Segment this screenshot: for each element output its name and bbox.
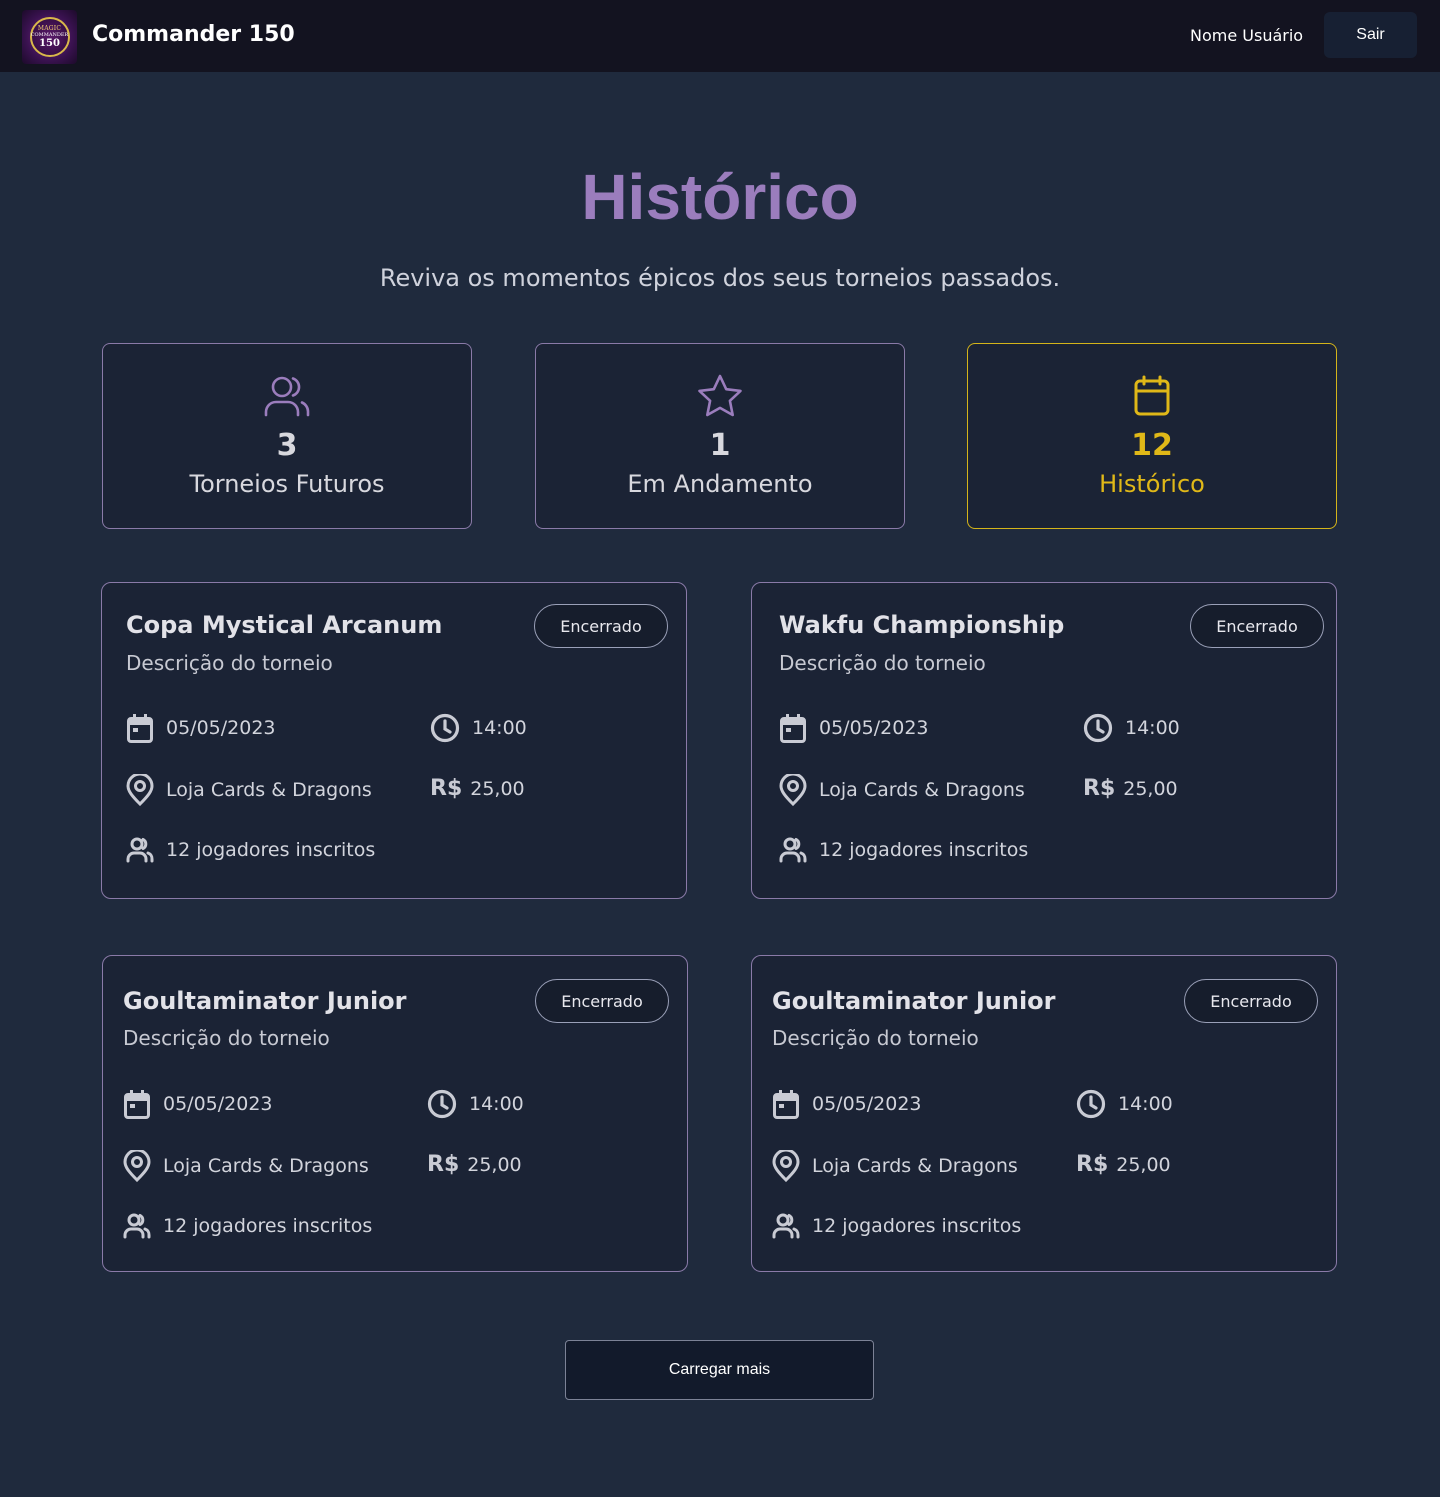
time-row: 14:00 — [1076, 1089, 1173, 1119]
location-row: Loja Cards & Dragons — [123, 1150, 369, 1182]
page-title: Histórico — [581, 161, 859, 233]
tournament-date: 05/05/2023 — [819, 717, 929, 739]
players-row: 12 jogadores inscritos — [123, 1213, 372, 1239]
tournament-price: 25,00 — [467, 1153, 522, 1176]
tournament-players: 12 jogadores inscritos — [812, 1215, 1022, 1237]
calendar-icon — [968, 374, 1336, 418]
calendar-icon — [124, 1090, 150, 1119]
time-row: 14:00 — [1083, 713, 1180, 743]
location-pin-icon — [126, 774, 154, 806]
calendar-icon — [780, 714, 806, 743]
tournament-time: 14:00 — [469, 1093, 524, 1115]
tournament-location: Loja Cards & Dragons — [166, 779, 372, 801]
tournament-card[interactable]: Goultaminator Junior Descrição do tornei… — [102, 955, 688, 1272]
tournament-title: Copa Mystical Arcanum — [126, 611, 443, 639]
location-pin-icon — [123, 1150, 151, 1182]
currency-symbol: R$ — [1083, 776, 1116, 801]
users-icon — [123, 1213, 151, 1239]
tournament-players: 12 jogadores inscritos — [819, 839, 1029, 861]
logout-button[interactable]: Sair — [1324, 12, 1417, 58]
app-logo[interactable]: MAGIC COMMANDER 150 — [22, 10, 77, 64]
price-row: R$ 25,00 — [427, 1152, 522, 1177]
users-icon — [772, 1213, 800, 1239]
tournament-date: 05/05/2023 — [163, 1093, 273, 1115]
stat-value: 1 — [709, 428, 731, 463]
stat-label: Torneios Futuros — [189, 470, 385, 498]
tournament-time: 14:00 — [1118, 1093, 1173, 1115]
load-more-button[interactable]: Carregar mais — [565, 1340, 874, 1400]
stat-label: Em Andamento — [627, 470, 813, 498]
tournament-price: 25,00 — [470, 777, 525, 800]
stat-card-history[interactable]: 12 Histórico — [967, 343, 1337, 529]
calendar-icon — [773, 1090, 799, 1119]
top-navbar: MAGIC COMMANDER 150 Commander 150 Nome U… — [0, 0, 1440, 72]
users-icon — [126, 837, 154, 863]
tournament-description: Descrição do torneio — [126, 651, 333, 675]
location-row: Loja Cards & Dragons — [779, 774, 1025, 806]
location-row: Loja Cards & Dragons — [772, 1150, 1018, 1182]
tournament-time: 14:00 — [1125, 717, 1180, 739]
status-badge: Encerrado — [1184, 979, 1318, 1023]
date-row: 05/05/2023 — [772, 1089, 922, 1119]
tournament-card[interactable]: Copa Mystical Arcanum Descrição do torne… — [101, 582, 687, 899]
clock-icon — [427, 1089, 457, 1119]
tournament-location: Loja Cards & Dragons — [812, 1155, 1018, 1177]
clock-icon — [1083, 713, 1113, 743]
location-pin-icon — [772, 1150, 800, 1182]
price-row: R$ 25,00 — [1083, 776, 1178, 801]
status-badge: Encerrado — [1190, 604, 1324, 648]
users-icon — [779, 837, 807, 863]
logo-text-magic: MAGIC — [37, 25, 62, 32]
price-row: R$ 25,00 — [1076, 1152, 1171, 1177]
clock-icon — [1076, 1089, 1106, 1119]
tournament-players: 12 jogadores inscritos — [163, 1215, 373, 1237]
stat-card-upcoming[interactable]: 3 Torneios Futuros — [102, 343, 472, 529]
date-row: 05/05/2023 — [126, 713, 276, 743]
status-badge: Encerrado — [534, 604, 668, 648]
players-row: 12 jogadores inscritos — [779, 837, 1028, 863]
date-row: 05/05/2023 — [123, 1089, 273, 1119]
stat-value: 3 — [276, 428, 298, 463]
tournament-title: Goultaminator Junior — [772, 987, 1056, 1015]
currency-symbol: R$ — [430, 776, 463, 801]
tournament-price: 25,00 — [1123, 777, 1178, 800]
tournament-time: 14:00 — [472, 717, 527, 739]
location-row: Loja Cards & Dragons — [126, 774, 372, 806]
tournament-players: 12 jogadores inscritos — [166, 839, 376, 861]
stat-card-in-progress[interactable]: 1 Em Andamento — [535, 343, 905, 529]
page-subtitle: Reviva os momentos épicos dos seus torne… — [379, 264, 1061, 292]
players-row: 12 jogadores inscritos — [772, 1213, 1021, 1239]
stat-label: Histórico — [1099, 470, 1205, 498]
clock-icon — [430, 713, 460, 743]
tournament-date: 05/05/2023 — [812, 1093, 922, 1115]
logo-text-150: 150 — [39, 38, 60, 49]
players-row: 12 jogadores inscritos — [126, 837, 375, 863]
tournament-card[interactable]: Wakfu Championship Descrição do torneio … — [751, 582, 1337, 899]
currency-symbol: R$ — [427, 1152, 460, 1177]
tournament-location: Loja Cards & Dragons — [819, 779, 1025, 801]
tournament-description: Descrição do torneio — [772, 1026, 979, 1050]
users-icon — [103, 374, 471, 418]
price-row: R$ 25,00 — [430, 776, 525, 801]
logo-badge: MAGIC COMMANDER 150 — [29, 17, 70, 57]
tournament-price: 25,00 — [1116, 1153, 1171, 1176]
time-row: 14:00 — [430, 713, 527, 743]
app-title[interactable]: Commander 150 — [92, 22, 295, 47]
status-badge: Encerrado — [535, 979, 669, 1023]
tournament-date: 05/05/2023 — [166, 717, 276, 739]
tournament-card[interactable]: Goultaminator Junior Descrição do tornei… — [751, 955, 1337, 1272]
stat-value: 12 — [1131, 428, 1173, 463]
date-row: 05/05/2023 — [779, 713, 929, 743]
location-pin-icon — [779, 774, 807, 806]
tournament-title: Goultaminator Junior — [123, 987, 407, 1015]
tournament-location: Loja Cards & Dragons — [163, 1155, 369, 1177]
user-name[interactable]: Nome Usuário — [1190, 26, 1303, 45]
star-icon — [536, 374, 904, 418]
tournament-description: Descrição do torneio — [123, 1026, 330, 1050]
calendar-icon — [127, 714, 153, 743]
tournament-description: Descrição do torneio — [779, 651, 986, 675]
time-row: 14:00 — [427, 1089, 524, 1119]
currency-symbol: R$ — [1076, 1152, 1109, 1177]
tournament-title: Wakfu Championship — [779, 611, 1065, 639]
